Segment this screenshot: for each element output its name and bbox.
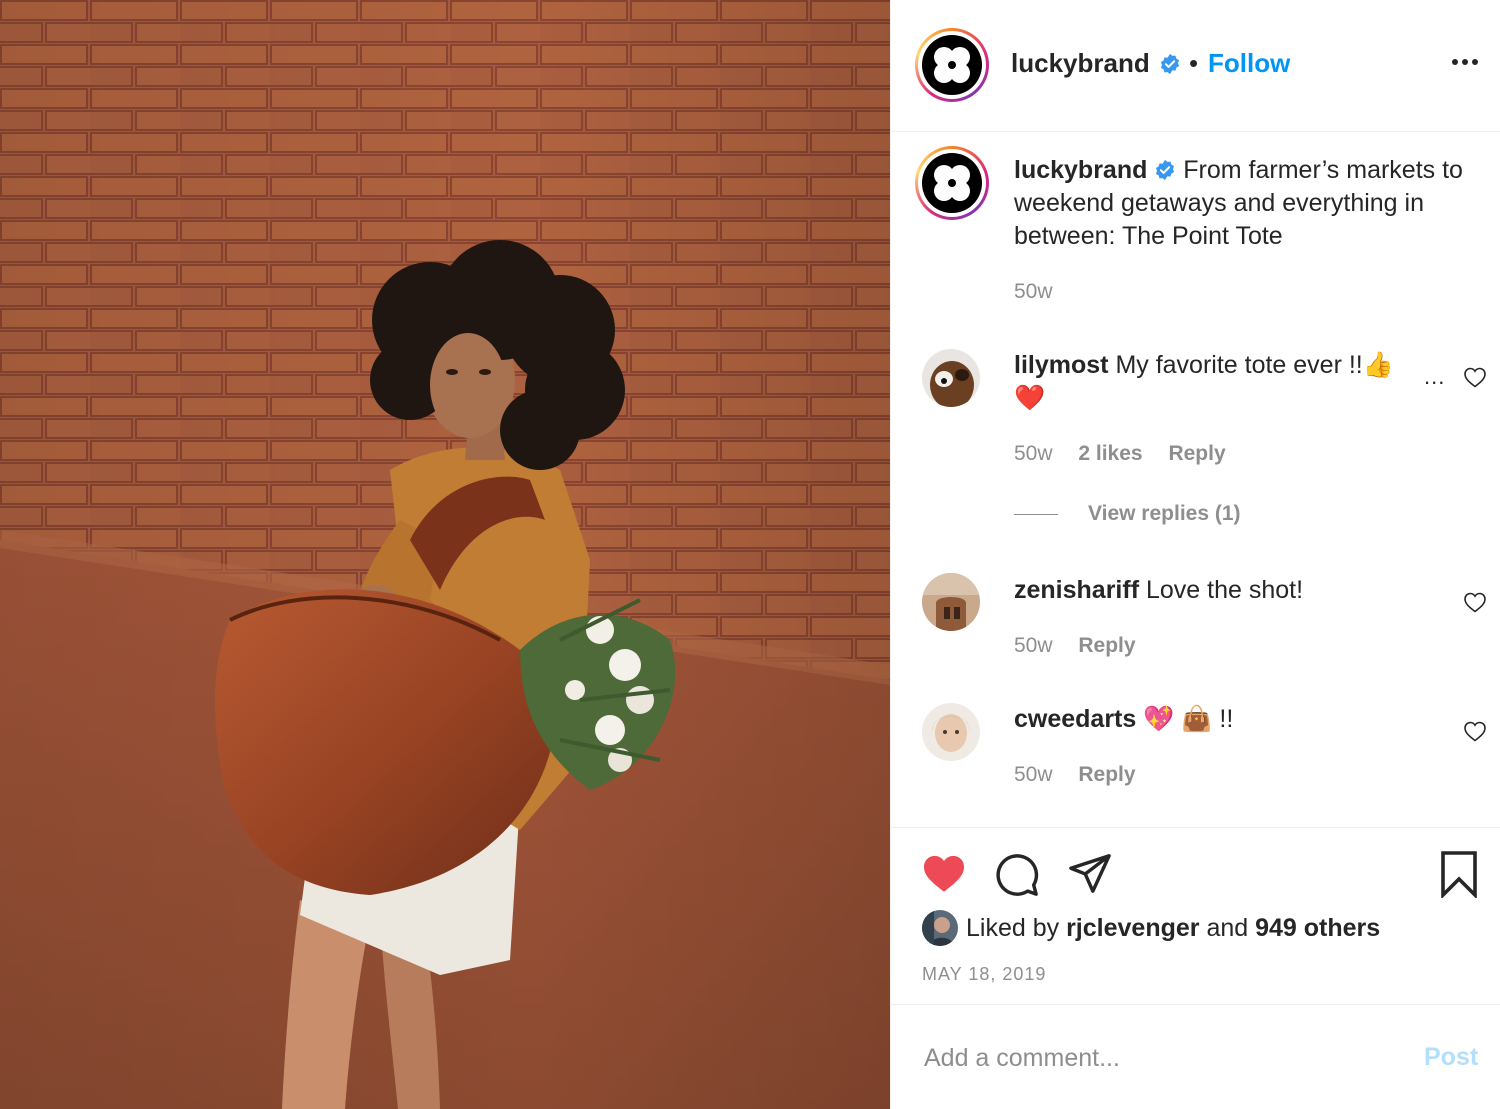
post-sidebar: luckybrand • Follow luckybrand From farm… (890, 0, 1500, 1109)
verified-badge-icon (1159, 53, 1181, 77)
post-photo[interactable] (0, 0, 890, 1109)
clover-logo-icon (922, 153, 982, 213)
view-replies-label: View replies (1) (1088, 502, 1241, 525)
avatar-inner (918, 31, 986, 99)
comment-username[interactable]: lilymost (1014, 351, 1108, 379)
comment-text: 💖 👜 !! (1143, 705, 1234, 733)
caption-username[interactable]: luckybrand (1014, 156, 1147, 184)
speech-bubble-icon[interactable] (994, 852, 1040, 898)
comment-reply-button[interactable]: Reply (1078, 634, 1135, 657)
comment-text-line2: ❤️ (1014, 384, 1046, 412)
comment-text: Love the shot! (1145, 576, 1304, 604)
comment-username[interactable]: zenishariff (1014, 576, 1139, 604)
comment-meta: 50w Reply (1014, 634, 1156, 658)
post-actions: Liked by rjclevenger and 949 others MAY … (891, 827, 1500, 1005)
liked-by-and: and (1206, 914, 1249, 942)
caption-text-block: luckybrand From farmer’s markets to week… (1014, 154, 1484, 253)
comment-meta: 50w 2 likes Reply (1014, 442, 1246, 466)
separator-dot: • (1189, 48, 1199, 78)
liked-by-prefix: Liked by (966, 914, 1060, 942)
comment-username[interactable]: cweedarts (1014, 705, 1136, 733)
comment-time[interactable]: 50w (1014, 634, 1053, 657)
author-username[interactable]: luckybrand (1011, 48, 1150, 79)
post-header: luckybrand • Follow (891, 0, 1500, 132)
comment-text-block: lilymost My favorite tote ever !!👍 ❤️ (1014, 349, 1484, 415)
heart-filled-icon[interactable] (921, 852, 967, 894)
view-replies-button[interactable]: View replies (1) (1014, 502, 1241, 526)
commenter-avatar[interactable] (922, 573, 980, 631)
comment-likes[interactable]: 2 likes (1078, 442, 1142, 465)
comment-reply-button[interactable]: Reply (1078, 763, 1135, 786)
photo-illustration (0, 0, 890, 1109)
post-date[interactable]: MAY 18, 2019 (922, 964, 1046, 985)
more-horizontal-icon[interactable] (1451, 52, 1479, 72)
liker-avatar[interactable] (922, 910, 958, 946)
clover-logo-icon (922, 35, 982, 95)
caption-time[interactable]: 50w (1014, 280, 1053, 303)
caption-meta: 50w (1014, 280, 1073, 304)
comment-reply-button[interactable]: Reply (1168, 442, 1225, 465)
comment-like-heart-icon[interactable] (1463, 366, 1487, 388)
bookmark-icon[interactable] (1438, 850, 1480, 898)
comment-like-heart-icon[interactable] (1463, 720, 1487, 742)
post-comment-button[interactable]: Post (1424, 1043, 1478, 1072)
comment-like-heart-icon[interactable] (1463, 591, 1487, 613)
paper-plane-icon[interactable] (1067, 852, 1113, 894)
verified-badge-icon (1156, 159, 1175, 181)
add-comment-bar: Post (891, 1005, 1500, 1109)
author-avatar[interactable] (915, 28, 989, 102)
liked-by-line: Liked by rjclevenger and 949 others (966, 914, 1380, 943)
comment-input[interactable] (922, 1037, 1386, 1079)
comment-meta: 50w Reply (1014, 763, 1156, 787)
instagram-post: luckybrand • Follow luckybrand From farm… (0, 0, 1500, 1109)
liked-by-others[interactable]: 949 others (1255, 914, 1380, 942)
liked-by-user[interactable]: rjclevenger (1066, 914, 1199, 942)
replies-divider-line (1014, 513, 1058, 515)
follow-button[interactable]: Follow (1208, 48, 1290, 79)
comment-more-ellipsis[interactable]: ... (1424, 364, 1445, 390)
caption-avatar[interactable] (915, 146, 989, 220)
comment-time[interactable]: 50w (1014, 442, 1053, 465)
avatar-inner (918, 149, 986, 217)
comments-list[interactable]: luckybrand From farmer’s markets to week… (891, 132, 1500, 827)
comment-text: My favorite tote ever !!👍 (1115, 351, 1394, 379)
commenter-avatar[interactable] (922, 703, 980, 761)
commenter-avatar[interactable] (922, 349, 980, 407)
comment-text-block: zenishariff Love the shot! (1014, 574, 1484, 607)
comment-time[interactable]: 50w (1014, 763, 1053, 786)
comment-text-block: cweedarts 💖 👜 !! (1014, 703, 1484, 736)
